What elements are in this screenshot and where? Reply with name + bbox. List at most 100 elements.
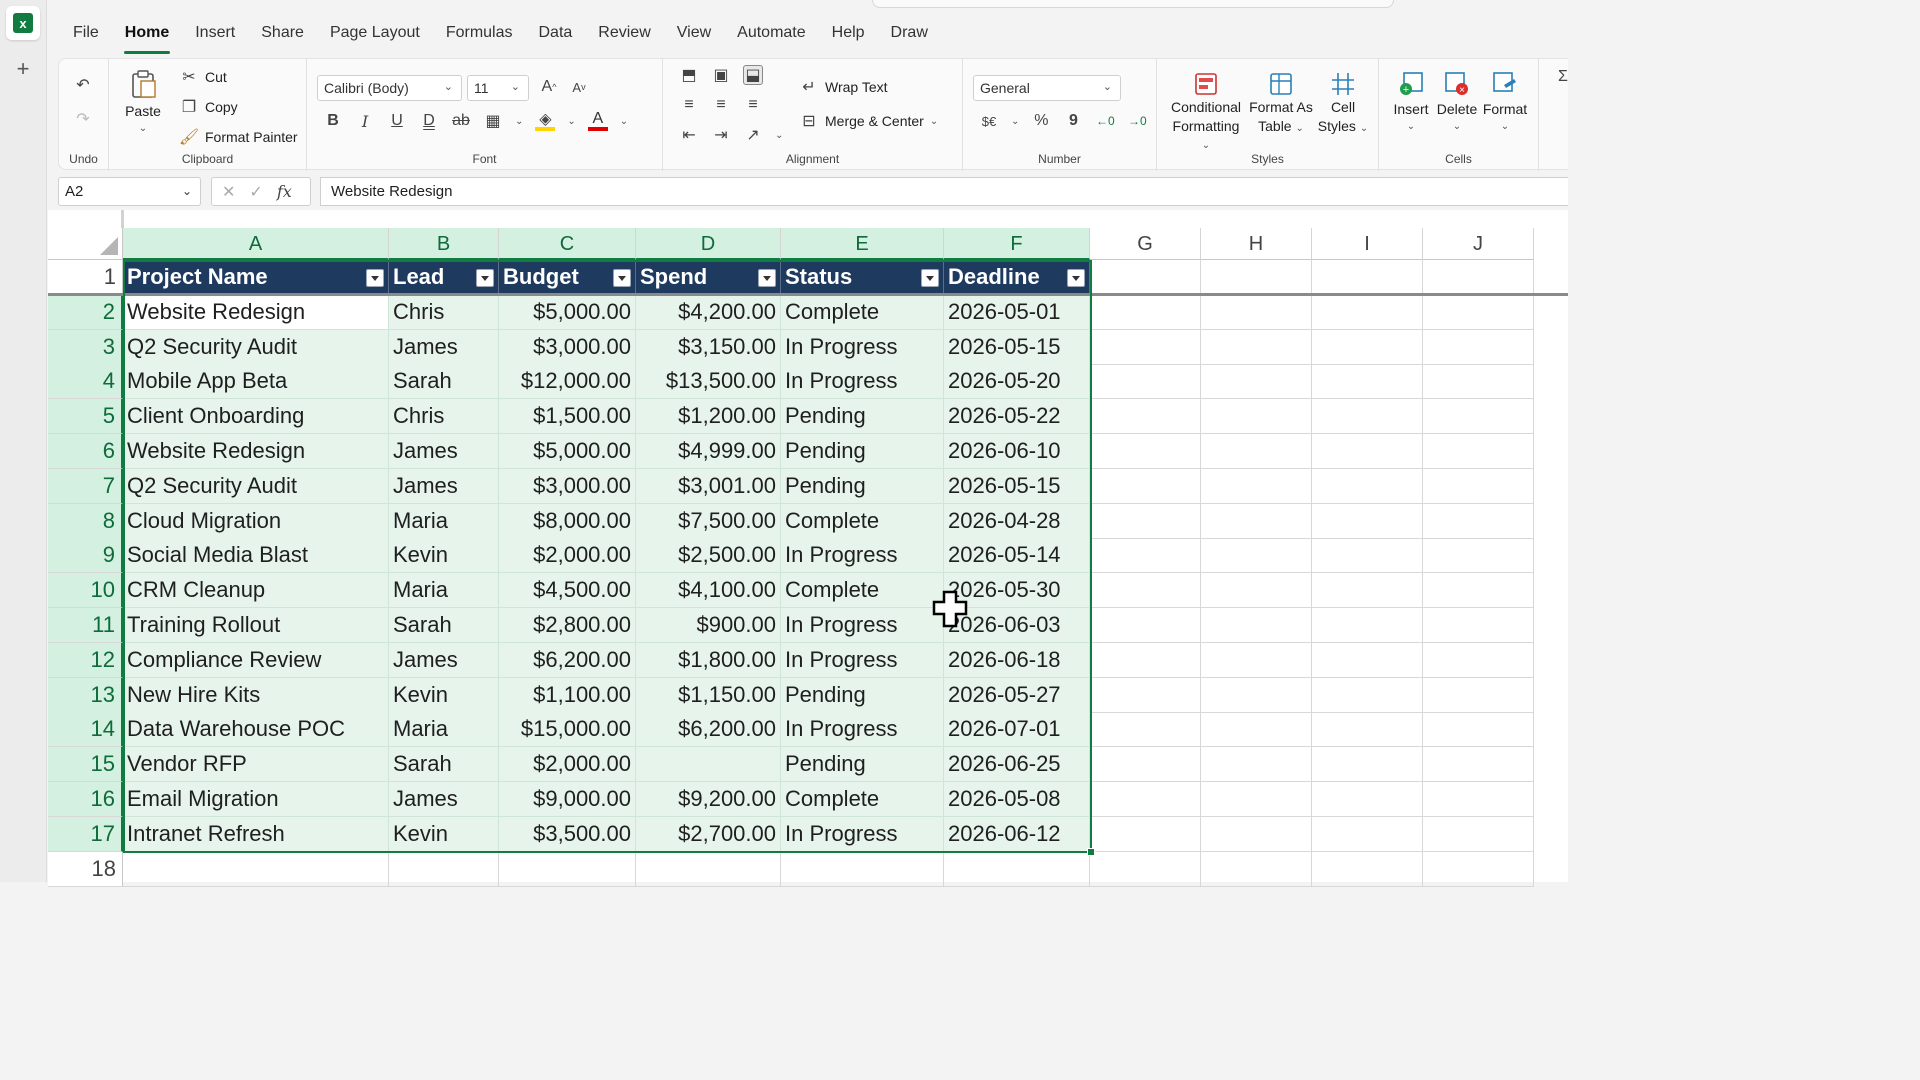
- table-cell[interactable]: Complete: [781, 503, 944, 539]
- tab-share[interactable]: Share: [248, 18, 317, 50]
- table-cell[interactable]: $1,200.00: [636, 399, 781, 435]
- fill-dropdown-icon[interactable]: ⌄: [567, 116, 575, 127]
- table-cell[interactable]: 2026-05-08: [944, 782, 1090, 817]
- align-bottom-icon[interactable]: ⬓: [743, 65, 763, 85]
- format-painter-button[interactable]: 🖌 Format Painter: [179, 127, 298, 147]
- empty-cell[interactable]: [1201, 503, 1312, 539]
- empty-cell[interactable]: [1090, 677, 1201, 713]
- empty-cell[interactable]: [1423, 573, 1534, 609]
- table-cell[interactable]: $3,500.00: [499, 816, 636, 852]
- row-header-12[interactable]: 12: [48, 642, 123, 678]
- fill-color-icon[interactable]: ◈: [535, 111, 556, 131]
- empty-cell[interactable]: [1090, 851, 1201, 887]
- font-name-select[interactable]: Calibri (Body) ⌄: [317, 75, 462, 101]
- table-cell[interactable]: Training Rollout: [123, 608, 389, 643]
- empty-cell[interactable]: [1312, 642, 1423, 678]
- table-cell[interactable]: Website Redesign: [123, 434, 389, 469]
- table-cell[interactable]: Pending: [781, 434, 944, 469]
- table-header-cell[interactable]: Project Name: [123, 260, 389, 295]
- decrease-indent-icon[interactable]: ⇤: [679, 125, 699, 145]
- column-header-b[interactable]: B: [389, 228, 499, 260]
- table-cell[interactable]: Complete: [781, 782, 944, 817]
- tab-file[interactable]: File: [60, 18, 112, 50]
- decrease-decimal-icon[interactable]: →0: [1127, 111, 1147, 131]
- empty-cell[interactable]: [1201, 677, 1312, 713]
- undo-button[interactable]: ↶: [73, 75, 93, 95]
- row-header-3[interactable]: 3: [48, 329, 123, 365]
- table-cell[interactable]: Pending: [781, 399, 944, 435]
- empty-cell[interactable]: [1423, 851, 1534, 887]
- column-header-a[interactable]: A: [123, 228, 389, 260]
- row-header-11[interactable]: 11: [48, 608, 123, 643]
- table-cell[interactable]: 2026-05-15: [944, 468, 1090, 504]
- table-cell[interactable]: $1,100.00: [499, 677, 636, 713]
- empty-cell[interactable]: [1312, 364, 1423, 400]
- table-header-cell[interactable]: Lead: [389, 260, 499, 295]
- table-cell[interactable]: $4,999.00: [636, 434, 781, 469]
- empty-cell[interactable]: [1090, 329, 1201, 365]
- fill-handle[interactable]: [1087, 848, 1095, 856]
- empty-cell[interactable]: [389, 851, 499, 887]
- italic-button[interactable]: I: [355, 111, 375, 131]
- empty-cell[interactable]: [1090, 434, 1201, 469]
- table-cell[interactable]: Q2 Security Audit: [123, 329, 389, 365]
- empty-cell[interactable]: [1423, 294, 1534, 330]
- empty-cell[interactable]: [1201, 538, 1312, 574]
- column-header-i[interactable]: I: [1312, 228, 1423, 260]
- empty-cell[interactable]: [1090, 294, 1201, 330]
- table-cell[interactable]: $1,500.00: [499, 399, 636, 435]
- comma-style-icon[interactable]: 9: [1063, 111, 1083, 131]
- autosum-button[interactable]: Σ: [1553, 67, 1573, 87]
- tab-home[interactable]: Home: [112, 18, 182, 54]
- table-cell[interactable]: James: [389, 782, 499, 817]
- filter-dropdown-icon[interactable]: [366, 269, 384, 287]
- empty-cell[interactable]: [1312, 816, 1423, 852]
- cancel-icon[interactable]: ✕: [222, 182, 235, 202]
- underline-button[interactable]: U: [387, 111, 407, 131]
- table-cell[interactable]: $9,200.00: [636, 782, 781, 817]
- table-cell[interactable]: $13,500.00: [636, 364, 781, 400]
- tab-data[interactable]: Data: [526, 18, 586, 50]
- table-cell[interactable]: James: [389, 468, 499, 504]
- column-header-j[interactable]: J: [1423, 228, 1534, 260]
- table-cell[interactable]: 2026-05-22: [944, 399, 1090, 435]
- table-cell[interactable]: Vendor RFP: [123, 747, 389, 783]
- table-cell[interactable]: Sarah: [389, 364, 499, 400]
- filter-dropdown-icon[interactable]: [476, 269, 494, 287]
- empty-cell[interactable]: [1312, 851, 1423, 887]
- borders-dropdown-icon[interactable]: ⌄: [515, 116, 523, 127]
- align-top-icon[interactable]: ⬒: [679, 65, 699, 85]
- cell-styles-button[interactable]: Cell Styles ⌄: [1315, 71, 1371, 137]
- table-cell[interactable]: Chris: [389, 294, 499, 330]
- column-header-c[interactable]: C: [499, 228, 636, 260]
- empty-cell[interactable]: [1423, 816, 1534, 852]
- table-cell[interactable]: 2026-06-12: [944, 816, 1090, 852]
- column-header-h[interactable]: H: [1201, 228, 1312, 260]
- decrease-font-button[interactable]: Av: [569, 77, 589, 97]
- empty-cell[interactable]: [1423, 503, 1534, 539]
- check-icon[interactable]: ✓: [249, 182, 262, 202]
- merge-dropdown-icon[interactable]: ⌄: [930, 116, 938, 127]
- empty-cell[interactable]: [944, 851, 1090, 887]
- paste-dropdown-icon[interactable]: ⌄: [139, 123, 147, 134]
- empty-cell[interactable]: [781, 851, 944, 887]
- currency-dropdown-icon[interactable]: ⌄: [1011, 116, 1019, 127]
- empty-cell[interactable]: [1090, 782, 1201, 817]
- empty-cell[interactable]: [1312, 294, 1423, 330]
- table-cell[interactable]: $2,500.00: [636, 538, 781, 574]
- borders-icon[interactable]: ▦: [483, 111, 503, 131]
- empty-cell[interactable]: [1423, 468, 1534, 504]
- empty-cell[interactable]: [1423, 712, 1534, 748]
- empty-cell[interactable]: [1312, 677, 1423, 713]
- empty-cell[interactable]: [1312, 503, 1423, 539]
- row-header-14[interactable]: 14: [48, 712, 123, 748]
- table-cell[interactable]: Sarah: [389, 747, 499, 783]
- empty-cell[interactable]: [1312, 608, 1423, 643]
- row-header-4[interactable]: 4: [48, 364, 123, 400]
- empty-cell[interactable]: [1312, 573, 1423, 609]
- currency-icon[interactable]: $€: [979, 111, 999, 131]
- delete-cells-button[interactable]: × Delete ⌄: [1435, 71, 1479, 132]
- table-header-cell[interactable]: Deadline: [944, 260, 1090, 295]
- table-cell[interactable]: Complete: [781, 573, 944, 609]
- row-header-2[interactable]: 2: [48, 294, 123, 330]
